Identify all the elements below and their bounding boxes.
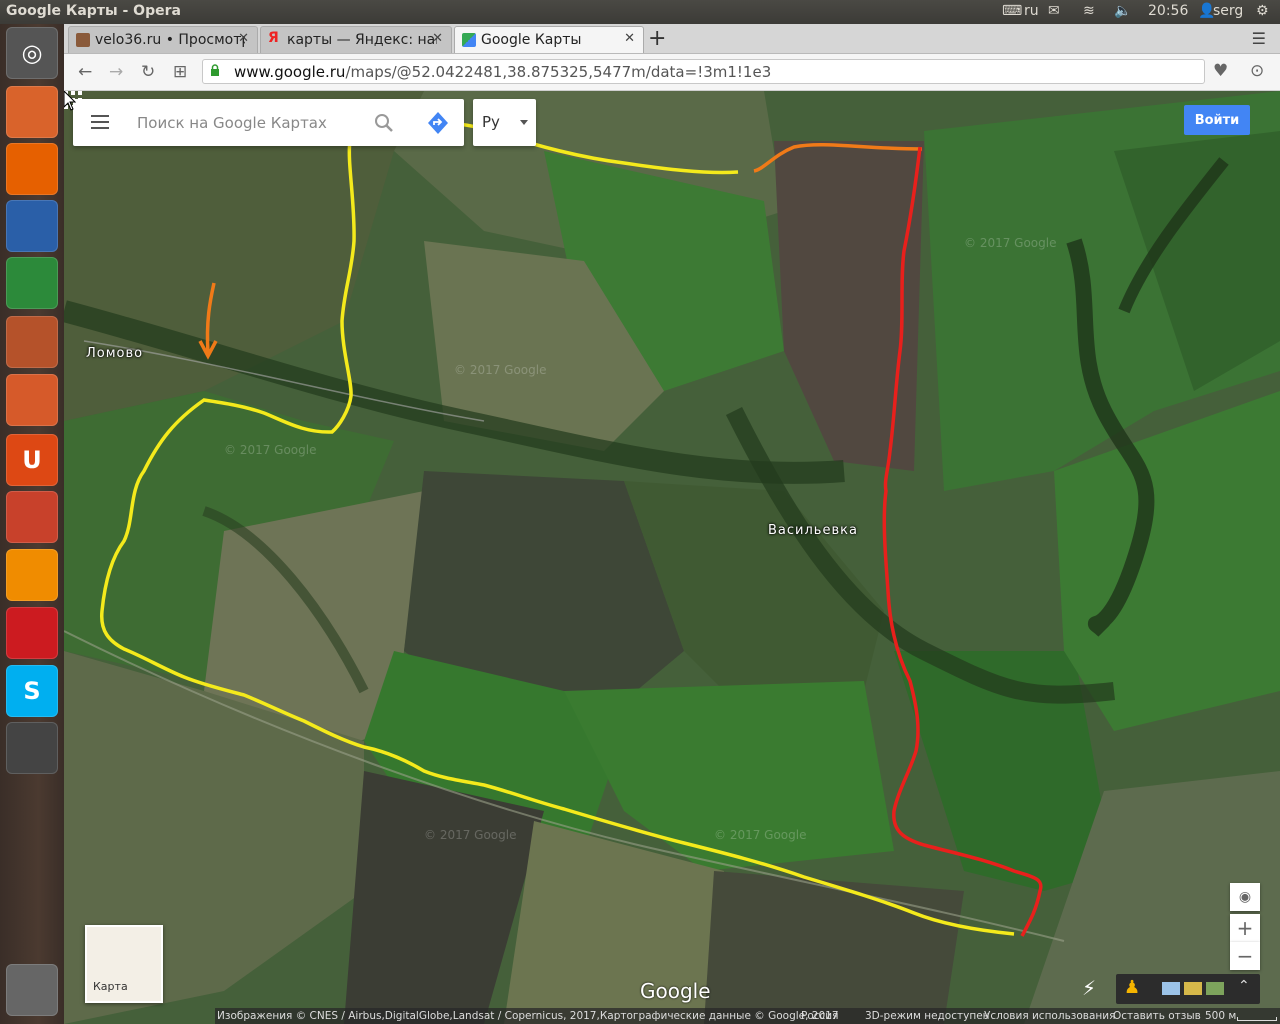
- country-link[interactable]: Россия: [801, 1010, 838, 1022]
- terms-link[interactable]: Условия использования: [984, 1010, 1115, 1022]
- bookmark-heart-icon[interactable]: ♥: [1213, 61, 1228, 81]
- trash-icon[interactable]: [6, 964, 58, 1016]
- lock-icon: [211, 64, 219, 76]
- mail-icon[interactable]: ✉: [1048, 3, 1060, 19]
- tab-yandex-maps[interactable]: Я карты — Яндекс: наш ✕: [260, 26, 452, 53]
- google-maps-favicon-icon: [462, 33, 476, 47]
- close-tab-icon[interactable]: ✕: [432, 31, 443, 46]
- map-footer: Изображения © CNES / Airbus,DigitalGlobe…: [215, 1008, 1280, 1024]
- imagery-thumb-icon[interactable]: [1206, 982, 1224, 995]
- navigation-bar: ← → ↻ ⊞ www.google.ru/maps/@52.0422481,3…: [64, 54, 1280, 91]
- firefox-icon[interactable]: [6, 143, 58, 195]
- map-layer-label: Карта: [93, 980, 128, 993]
- new-tab-button[interactable]: +: [648, 26, 666, 51]
- street-view-bar: ♟ ⌃: [1116, 974, 1260, 1004]
- scale-bar: [1237, 1017, 1277, 1021]
- menu-hamburger-icon[interactable]: [91, 115, 109, 129]
- files-icon[interactable]: [6, 86, 58, 138]
- tab-google-maps[interactable]: Google Карты ✕: [454, 26, 644, 53]
- satellite-imagery[interactable]: [64, 91, 1280, 1024]
- expand-up-icon[interactable]: ⌃: [1238, 978, 1250, 994]
- imagery-thumb-icon[interactable]: [1162, 982, 1180, 995]
- place-label-lomovo[interactable]: Ломово: [86, 346, 143, 361]
- url-path: /maps/@52.0422481,38.875325,5477m/data=!…: [345, 63, 772, 81]
- no-3d-icon[interactable]: ⚡: [1082, 976, 1096, 1000]
- language-selector[interactable]: Ру: [473, 99, 536, 146]
- tab-bar: velo36.ru • Просмотр ✕ Я карты — Яндекс:…: [64, 24, 1280, 54]
- opera-icon[interactable]: [6, 607, 58, 659]
- speed-dial-icon[interactable]: ⊞: [173, 62, 187, 82]
- tab-label: карты — Яндекс: наш: [287, 32, 437, 48]
- keyboard-icon[interactable]: ⌨: [1002, 3, 1022, 19]
- tab-label: velo36.ru • Просмотр: [95, 32, 245, 48]
- wifi-icon[interactable]: ≋: [1083, 3, 1095, 19]
- impress-icon[interactable]: [6, 316, 58, 368]
- google-logo: Google: [640, 979, 711, 1003]
- window-title: Google Карты - Opera: [6, 3, 181, 19]
- directions-icon[interactable]: [427, 111, 449, 135]
- watermark: © 2017 Google: [714, 828, 807, 842]
- software-center-icon[interactable]: [6, 374, 58, 426]
- attribution-text: Изображения © CNES / Airbus,DigitalGlobe…: [217, 1010, 839, 1022]
- pegman-icon[interactable]: ♟: [1124, 977, 1140, 998]
- watermark: © 2017 Google: [454, 363, 547, 377]
- back-icon[interactable]: ←: [78, 62, 92, 82]
- reload-icon[interactable]: ↻: [141, 62, 155, 82]
- scale-text: 500 м: [1205, 1010, 1237, 1022]
- calc-icon[interactable]: [6, 257, 58, 309]
- my-location-button[interactable]: ◉: [1230, 883, 1260, 911]
- yandex-favicon-icon: Я: [268, 30, 279, 46]
- search-box: Поиск на Google Картах: [73, 99, 464, 146]
- mouse-cursor-icon: [64, 91, 76, 111]
- workspace-switcher-icon[interactable]: [6, 722, 58, 774]
- watermark: © 2017 Google: [424, 828, 517, 842]
- place-label-vasilevka[interactable]: Васильевка: [768, 523, 858, 538]
- url-text: www.google.ru/maps/@52.0422481,38.875325…: [234, 63, 771, 81]
- chevron-down-icon: [520, 120, 528, 125]
- tab-menu-icon[interactable]: ☰: [1252, 29, 1266, 48]
- feedback-link[interactable]: Оставить отзыв: [1113, 1010, 1201, 1022]
- tab-label: Google Карты: [481, 32, 582, 48]
- power-gear-icon[interactable]: ⚙: [1256, 3, 1269, 19]
- clock[interactable]: 20:56: [1148, 3, 1188, 19]
- watermark: © 2017 Google: [964, 236, 1057, 250]
- vlc-icon[interactable]: [6, 549, 58, 601]
- writer-icon[interactable]: [6, 200, 58, 252]
- search-input[interactable]: Поиск на Google Картах: [137, 114, 327, 132]
- address-bar[interactable]: www.google.ru/maps/@52.0422481,38.875325…: [202, 59, 1205, 84]
- user-name[interactable]: serg: [1213, 3, 1243, 19]
- tab-velo36[interactable]: velo36.ru • Просмотр ✕: [68, 26, 258, 53]
- mode-3d-text: 3D-режим недоступен: [865, 1010, 990, 1022]
- zoom-in-button[interactable]: +: [1230, 914, 1260, 942]
- watermark: © 2017 Google: [224, 443, 317, 457]
- language-value: Ру: [482, 113, 500, 131]
- sign-in-button[interactable]: Войти: [1184, 105, 1250, 135]
- map-layer-toggle[interactable]: Карта: [85, 925, 163, 1003]
- location-target-icon: ◉: [1238, 889, 1252, 905]
- url-domain: www.google.ru: [234, 63, 346, 81]
- system-top-panel: Google Карты - Opera ⌨ ru ✉ ≋ 🔈 20:56 👤 …: [0, 0, 1280, 24]
- close-tab-icon[interactable]: ✕: [238, 31, 249, 46]
- search-icon[interactable]: [373, 112, 395, 134]
- keyboard-layout[interactable]: ru: [1024, 3, 1039, 19]
- download-icon[interactable]: ⊙: [1250, 61, 1264, 81]
- settings-icon[interactable]: [6, 491, 58, 543]
- velo-favicon-icon: [76, 33, 90, 47]
- skype-icon[interactable]: S: [6, 665, 58, 717]
- forward-icon[interactable]: →: [109, 62, 123, 82]
- ubuntu-one-icon[interactable]: U: [6, 434, 58, 486]
- map-view[interactable]: Поиск на Google Картах Ру Войти Ломово В…: [64, 91, 1280, 1024]
- launcher: ◎ U S: [0, 24, 64, 1024]
- ubuntu-dash-icon[interactable]: ◎: [6, 27, 58, 79]
- volume-icon[interactable]: 🔈: [1114, 3, 1131, 19]
- imagery-thumb-icon[interactable]: [1184, 982, 1202, 995]
- zoom-out-button[interactable]: −: [1230, 942, 1260, 970]
- close-tab-icon[interactable]: ✕: [624, 31, 635, 46]
